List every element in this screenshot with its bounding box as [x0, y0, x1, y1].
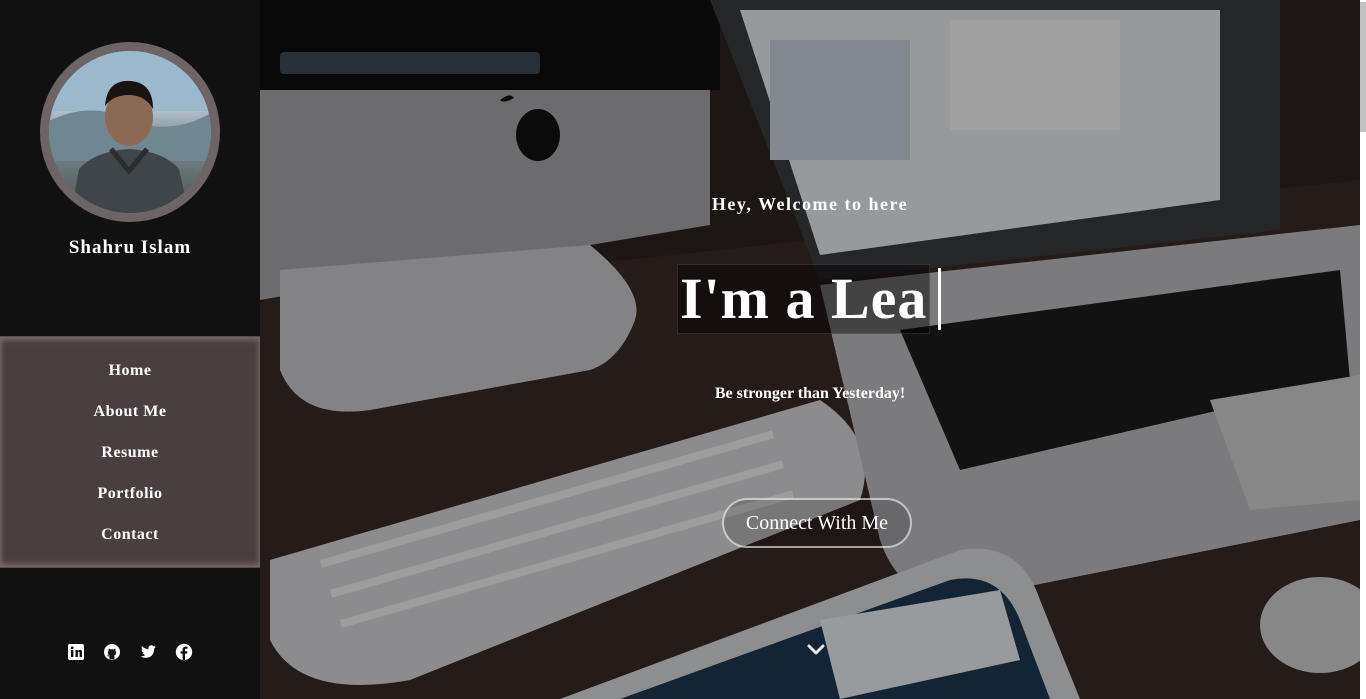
typed-text: I'm a Lea: [677, 264, 931, 334]
profile-name: Shahru Islam: [68, 237, 192, 258]
profile-photo-art: [49, 51, 211, 213]
nav-item-contact[interactable]: Contact: [0, 523, 260, 547]
twitter-icon[interactable]: [139, 643, 157, 661]
nav-item-resume[interactable]: Resume: [0, 441, 260, 465]
avatar: [40, 42, 220, 222]
github-icon[interactable]: [103, 643, 121, 661]
nav-item-home[interactable]: Home: [0, 359, 260, 383]
main-navigation: Home About Me Resume Portfolio Contact: [0, 336, 260, 568]
connect-with-me-button[interactable]: Connect With Me: [722, 498, 912, 548]
sidebar: Shahru Islam Home About Me Resume Portfo…: [0, 0, 260, 699]
hero-section: Hey, Welcome to here I'm a Lea Be strong…: [260, 0, 1360, 699]
chevron-down-icon[interactable]: [806, 643, 826, 657]
hero-overlay: [260, 0, 1360, 699]
profile-photo: [49, 51, 211, 213]
facebook-icon[interactable]: [175, 643, 193, 661]
linkedin-icon[interactable]: [67, 643, 85, 661]
social-links: [0, 643, 260, 661]
hero-greeting: Hey, Welcome to here: [711, 194, 909, 214]
nav-item-portfolio[interactable]: Portfolio: [0, 482, 260, 506]
hero-tagline: Be stronger than Yesterday!: [714, 385, 906, 402]
scrollbar-thumb[interactable]: [1360, 2, 1366, 132]
nav-item-about[interactable]: About Me: [0, 400, 260, 424]
typed-headline: I'm a Lea: [677, 264, 942, 334]
typing-caret: [938, 268, 942, 330]
page-scrollbar[interactable]: [1360, 0, 1366, 699]
